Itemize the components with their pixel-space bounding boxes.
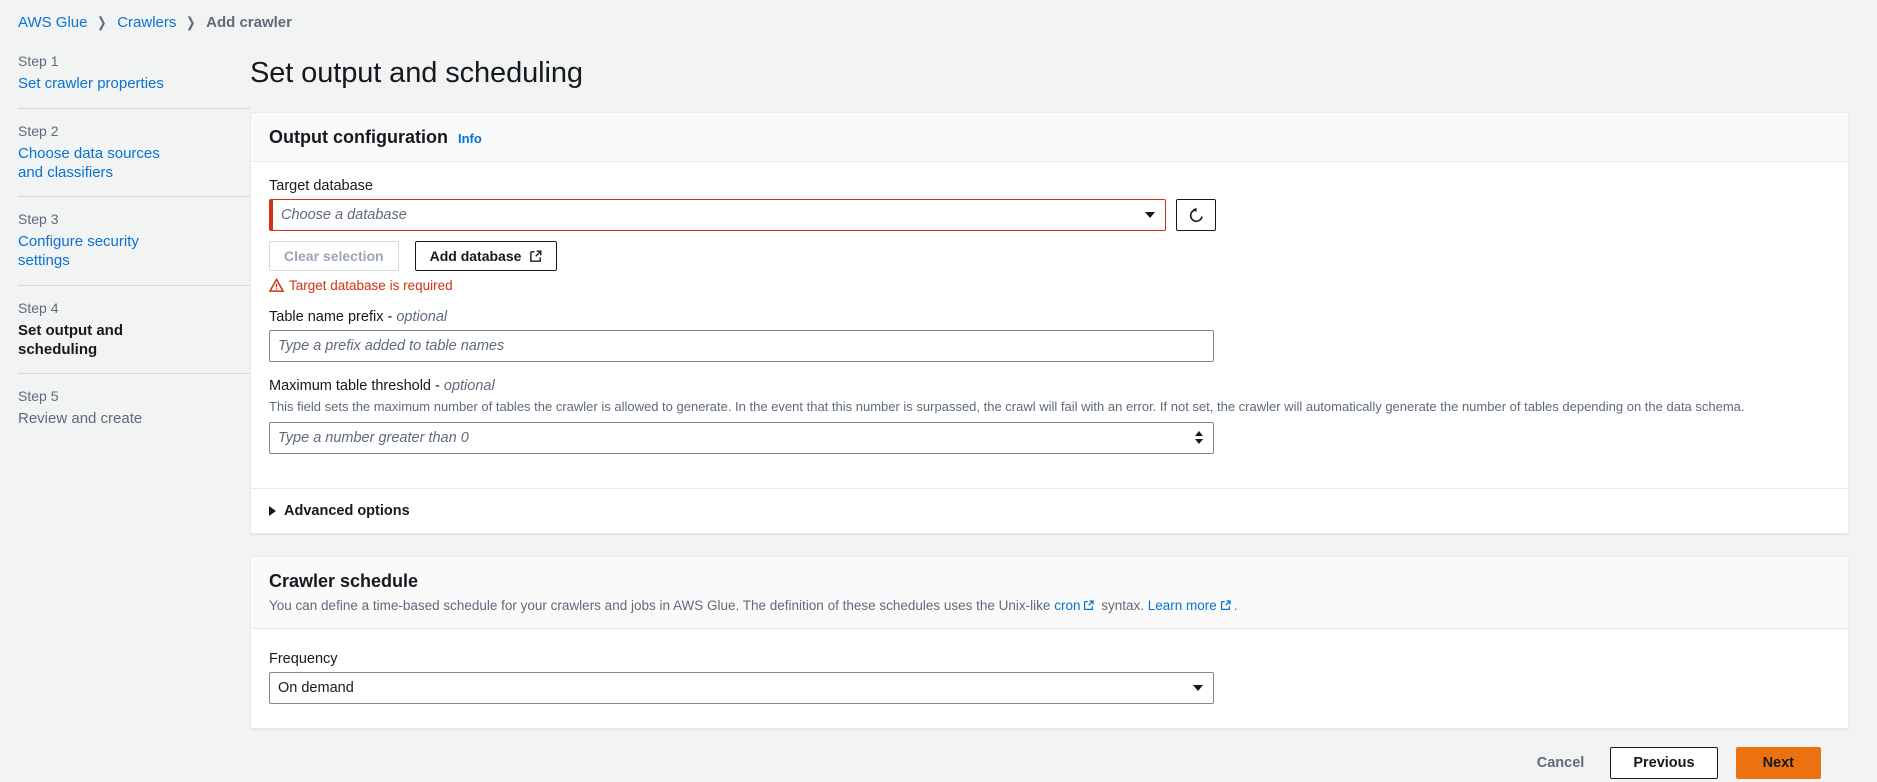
sidebar-step-3-number: Step 3 — [18, 211, 59, 228]
chevron-right-icon: ❯ — [186, 14, 196, 30]
breadcrumb-item-aws-glue[interactable]: AWS Glue — [18, 14, 87, 31]
sidebar-step-5-number: Step 5 — [18, 388, 59, 405]
cancel-button[interactable]: Cancel — [1529, 755, 1593, 771]
chevron-right-icon: ❯ — [97, 14, 108, 30]
crawler-schedule-description-part3: . — [1233, 597, 1238, 613]
wizard-steps-sidebar: Step 1 Set crawler properties Step 2 Cho… — [0, 31, 250, 443]
frequency-field: Frequency On demand — [269, 651, 1830, 705]
target-database-error: Target database is required — [269, 278, 1830, 293]
sidebar-step-4-label: Set output and scheduling — [18, 321, 123, 358]
table-name-prefix-input[interactable]: Type a prefix added to table names — [269, 330, 1214, 362]
sidebar-step-4: Step 4 Set output and scheduling — [18, 284, 250, 374]
main-content: Set output and scheduling Output configu… — [250, 31, 1877, 780]
table-name-prefix-label-text: Table name prefix - — [269, 309, 397, 325]
refresh-icon — [1189, 207, 1203, 222]
sidebar-step-1-label[interactable]: Set crawler properties — [18, 75, 178, 94]
table-name-prefix-field: Table name prefix - optional Type a pref… — [269, 309, 1830, 362]
sidebar-step-2[interactable]: Step 2 Choose data sources and classifie… — [18, 107, 250, 197]
frequency-label: Frequency — [269, 651, 338, 668]
breadcrumb-item-add-crawler: Add crawler — [206, 14, 292, 31]
chevron-down-icon — [1145, 212, 1155, 218]
max-table-threshold-input[interactable]: Type a number greater than 0 — [269, 421, 1214, 454]
crawler-schedule-body: Frequency On demand — [251, 628, 1848, 728]
crawler-schedule-panel: Crawler schedule You can define a time-b… — [250, 555, 1849, 730]
advanced-options-label: Advanced options — [284, 502, 410, 519]
output-configuration-panel: Output configuration Info Target databas… — [250, 112, 1849, 534]
learn-more-link[interactable]: Learn more — [1148, 598, 1217, 613]
stepper-up-icon[interactable] — [1195, 431, 1203, 437]
target-database-error-text: Target database is required — [289, 278, 453, 293]
sidebar-step-4-number: Step 4 — [18, 299, 59, 316]
cron-link[interactable]: cron — [1054, 598, 1080, 613]
chevron-down-icon — [1193, 685, 1203, 692]
output-configuration-body: Target database Choose a database Clear … — [251, 162, 1848, 488]
page-title: Set output and scheduling — [250, 57, 583, 89]
sidebar-step-1-number: Step 1 — [18, 53, 59, 69]
external-link-icon[interactable] — [1220, 600, 1231, 611]
max-table-threshold-optional-tag: optional — [443, 378, 495, 394]
previous-button[interactable]: Previous — [1610, 747, 1718, 780]
add-database-button[interactable]: Add database — [414, 241, 558, 271]
breadcrumb: AWS Glue ❯ Crawlers ❯ Add crawler — [0, 0, 1877, 31]
frequency-select[interactable]: On demand — [269, 672, 1214, 705]
advanced-options-toggle[interactable]: Advanced options — [251, 487, 1848, 533]
crawler-schedule-title: Crawler schedule — [269, 570, 419, 591]
table-name-prefix-label: Table name prefix - optional — [269, 309, 1830, 325]
frequency-value: On demand — [278, 680, 354, 697]
sidebar-step-2-number: Step 2 — [18, 122, 59, 139]
target-database-select[interactable]: Choose a database — [269, 199, 1166, 231]
table-name-prefix-optional-tag: optional — [396, 309, 448, 325]
next-button[interactable]: Next — [1735, 747, 1821, 780]
quantity-stepper[interactable] — [1195, 431, 1205, 445]
target-database-field: Target database Choose a database Clear … — [269, 178, 1830, 293]
table-name-prefix-placeholder: Type a prefix added to table names — [278, 338, 505, 354]
max-table-threshold-label-text: Maximum table threshold - — [269, 378, 444, 394]
clear-selection-label: Clear selection — [284, 248, 384, 264]
external-link-icon[interactable] — [1083, 600, 1095, 611]
sidebar-step-3-label[interactable]: Configure security settings — [18, 233, 178, 271]
max-table-threshold-field: Maximum table threshold - optional This … — [269, 378, 1830, 454]
info-link[interactable]: Info — [458, 131, 482, 146]
max-table-threshold-description: This field sets the maximum number of ta… — [269, 399, 1745, 414]
sidebar-step-5-label: Review and create — [18, 410, 143, 428]
external-link-icon — [529, 250, 542, 263]
target-database-placeholder: Choose a database — [281, 207, 407, 223]
output-configuration-header: Output configuration Info — [251, 113, 1848, 162]
sidebar-step-3[interactable]: Step 3 Configure security settings — [18, 196, 250, 285]
refresh-databases-button[interactable] — [1176, 199, 1216, 231]
chevron-right-icon — [269, 505, 276, 516]
clear-selection-button[interactable]: Clear selection — [269, 241, 399, 271]
warning-icon — [269, 278, 284, 292]
target-database-actions: Clear selection Add database — [269, 241, 1830, 271]
wizard-footer: Cancel Previous Next — [250, 747, 1849, 780]
stepper-down-icon[interactable] — [1195, 439, 1203, 445]
output-configuration-title: Output configuration — [269, 127, 448, 147]
breadcrumb-item-crawlers[interactable]: Crawlers — [117, 14, 176, 31]
add-database-label: Add database — [429, 248, 522, 264]
crawler-schedule-description: You can define a time-based schedule for… — [269, 597, 1830, 615]
page-container: Step 1 Set crawler properties Step 2 Cho… — [0, 31, 1877, 780]
crawler-schedule-description-part1: You can define a time-based schedule for… — [269, 597, 1055, 613]
sidebar-step-5: Step 5 Review and create — [18, 373, 250, 443]
max-table-threshold-placeholder: Type a number greater than 0 — [278, 429, 469, 446]
sidebar-step-2-label[interactable]: Choose data sources and classifiers — [18, 145, 178, 183]
crawler-schedule-description-part2: syntax. — [1097, 597, 1148, 613]
target-database-label: Target database — [269, 178, 373, 194]
target-database-row: Choose a database — [269, 199, 1830, 231]
sidebar-step-1[interactable]: Step 1 Set crawler properties — [18, 47, 250, 108]
max-table-threshold-label: Maximum table threshold - optional — [269, 378, 1830, 394]
crawler-schedule-header: Crawler schedule You can define a time-b… — [251, 556, 1848, 629]
